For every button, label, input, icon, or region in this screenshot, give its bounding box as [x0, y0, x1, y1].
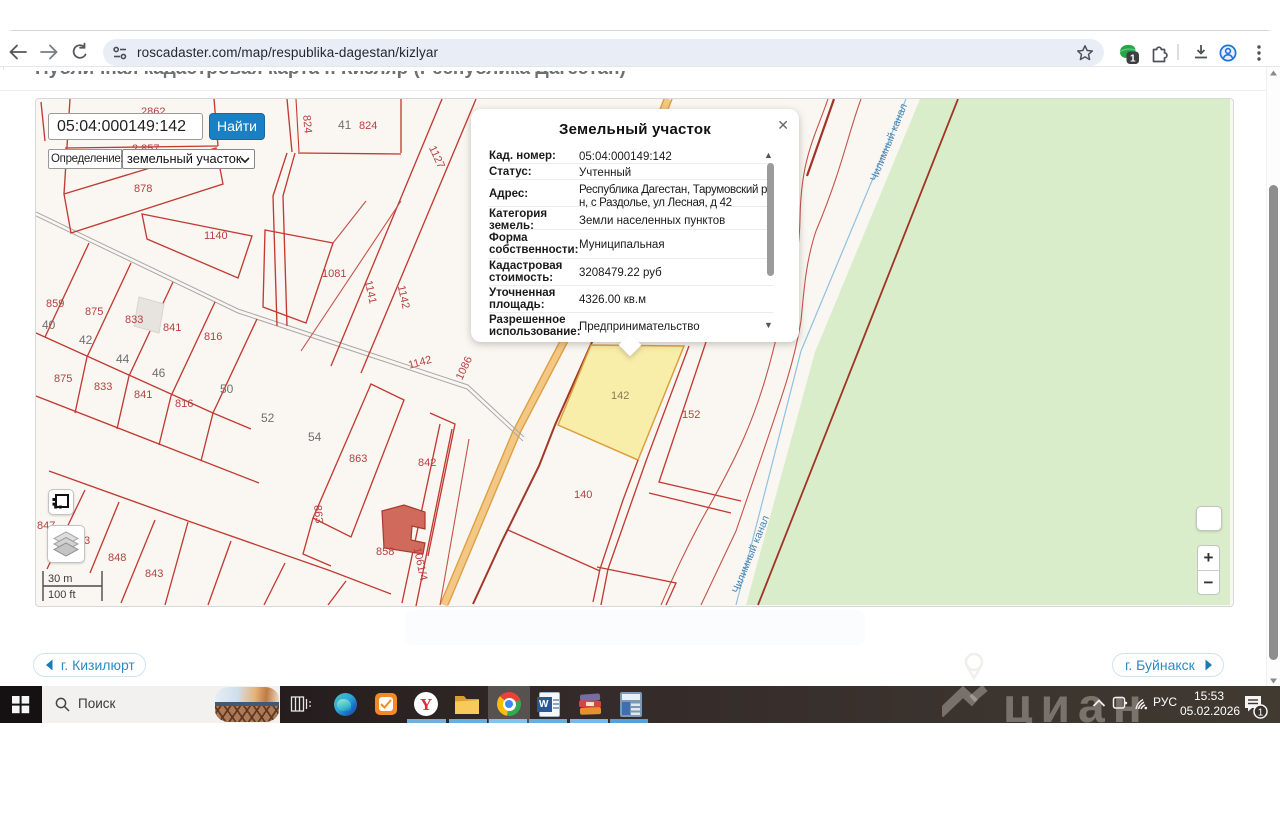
svg-text:140: 140: [574, 489, 592, 501]
svg-text:816: 816: [175, 398, 193, 410]
svg-text:41: 41: [338, 118, 352, 132]
svg-text:824: 824: [300, 115, 314, 134]
svg-text:833: 833: [94, 381, 112, 393]
svg-text:875: 875: [85, 306, 103, 318]
svg-text:1141: 1141: [362, 279, 379, 305]
svg-text:1086: 1086: [454, 355, 475, 382]
svg-text:841: 841: [163, 322, 181, 334]
svg-text:878: 878: [134, 183, 152, 195]
svg-text:859: 859: [46, 298, 64, 310]
svg-text:1142: 1142: [395, 284, 412, 310]
svg-text:152: 152: [682, 409, 700, 421]
svg-text:875: 875: [54, 373, 72, 385]
svg-text:142: 142: [611, 390, 629, 402]
svg-text:1142: 1142: [407, 354, 433, 372]
svg-text:1127: 1127: [426, 144, 447, 171]
svg-text:833: 833: [125, 314, 143, 326]
svg-text:842: 842: [418, 457, 436, 469]
svg-text:54: 54: [308, 430, 322, 444]
svg-text:848: 848: [108, 552, 126, 564]
svg-text:1140: 1140: [204, 230, 228, 242]
svg-text:863: 863: [311, 505, 325, 524]
svg-text:40: 40: [42, 318, 56, 332]
svg-text:841: 841: [134, 389, 152, 401]
svg-text:50: 50: [220, 382, 234, 396]
svg-text:30 m: 30 m: [48, 573, 72, 585]
svg-text:1: 1: [1130, 54, 1136, 65]
svg-text:824: 824: [359, 120, 377, 132]
svg-text:100 ft: 100 ft: [48, 589, 76, 601]
svg-text:1: 1: [1258, 707, 1264, 718]
svg-text:858: 858: [376, 546, 394, 558]
svg-text:циан: циан: [1003, 686, 1150, 723]
svg-text:46: 46: [152, 366, 166, 380]
svg-text:52: 52: [261, 411, 275, 425]
svg-text:863: 863: [349, 453, 367, 465]
svg-text:44: 44: [116, 352, 130, 366]
svg-text:42: 42: [79, 333, 93, 347]
svg-text:816: 816: [204, 331, 222, 343]
svg-text:1081: 1081: [322, 268, 346, 280]
